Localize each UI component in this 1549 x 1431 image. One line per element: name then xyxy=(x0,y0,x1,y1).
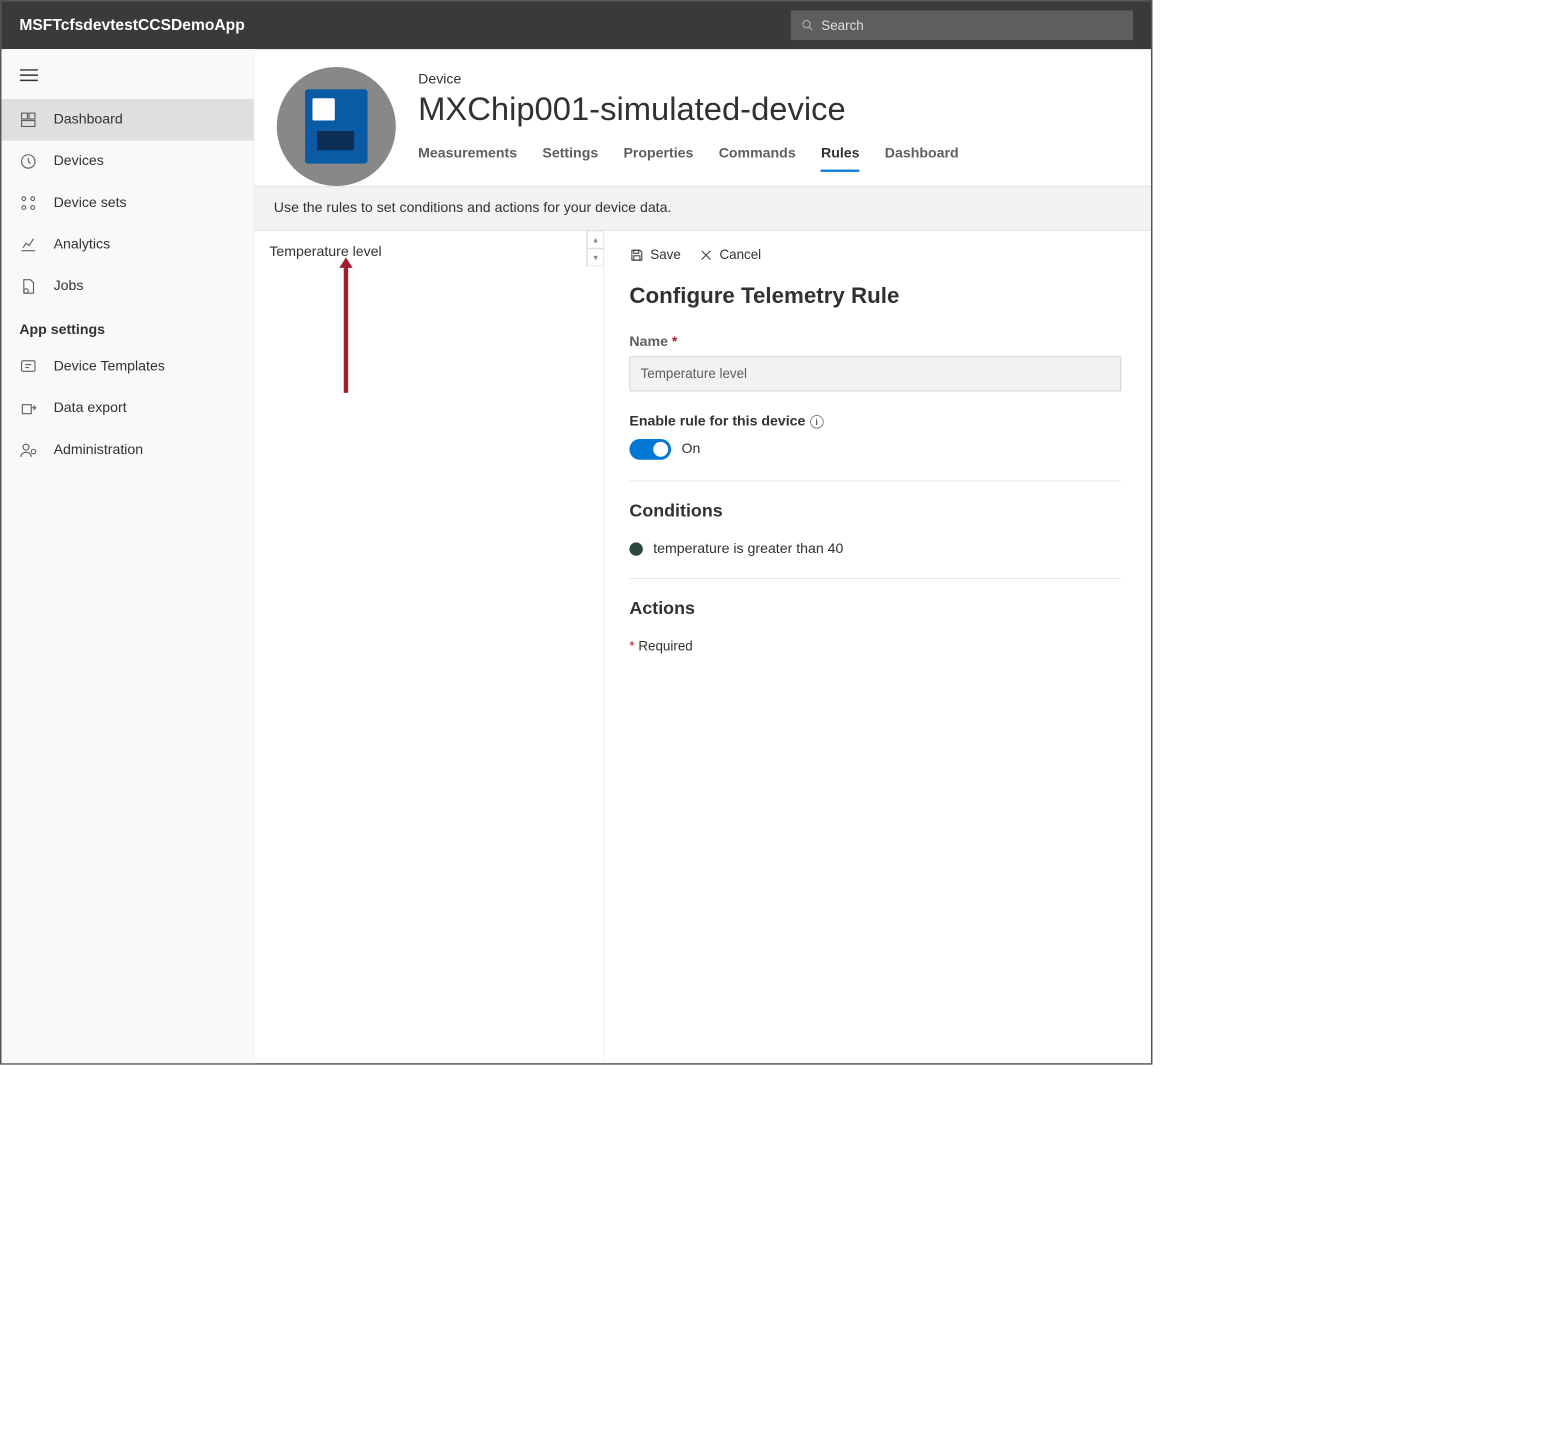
info-icon[interactable]: i xyxy=(810,415,823,428)
hamburger-icon xyxy=(19,68,38,81)
save-button[interactable]: Save xyxy=(629,247,680,263)
rule-form-title: Configure Telemetry Rule xyxy=(629,283,1121,308)
tab-settings[interactable]: Settings xyxy=(542,146,598,172)
sidebar-item-data-export[interactable]: Data export xyxy=(1,388,253,430)
app-title: MSFTcfsdevtestCCSDemoApp xyxy=(19,16,244,34)
sidebar: Dashboard Devices Device sets Analytics … xyxy=(1,49,254,1063)
cancel-label: Cancel xyxy=(719,247,761,263)
required-note: * Required xyxy=(629,638,1121,654)
top-bar: MSFTcfsdevtestCCSDemoApp xyxy=(1,1,1150,49)
search-box[interactable] xyxy=(791,10,1133,40)
divider xyxy=(629,481,1121,482)
analytics-icon xyxy=(19,236,37,254)
condition-text: temperature is greater than 40 xyxy=(653,541,843,557)
sidebar-item-label: Analytics xyxy=(54,237,111,253)
annotation-arrow-icon xyxy=(344,266,348,392)
sidebar-item-label: Device sets xyxy=(54,195,127,211)
enable-rule-label: Enable rule for this device xyxy=(629,414,805,430)
actions-header: Actions xyxy=(629,598,1121,619)
rule-detail: Save Cancel Configure Telemetry Rule Nam… xyxy=(604,231,1151,1064)
save-label: Save xyxy=(650,247,681,263)
spinner-up[interactable]: ▴ xyxy=(587,231,604,249)
sidebar-item-label: Device Templates xyxy=(54,359,165,375)
sidebar-item-label: Jobs xyxy=(54,278,84,294)
tab-dashboard[interactable]: Dashboard xyxy=(885,146,959,172)
devices-icon xyxy=(19,153,37,171)
sidebar-item-label: Dashboard xyxy=(54,112,123,128)
sidebar-item-device-sets[interactable]: Device sets xyxy=(1,182,253,224)
tab-rules[interactable]: Rules xyxy=(821,146,860,172)
toggle-state-label: On xyxy=(682,441,701,457)
condition-dot-icon xyxy=(629,542,642,555)
jobs-icon xyxy=(19,278,37,296)
sidebar-item-administration[interactable]: Administration xyxy=(1,429,253,471)
tab-measurements[interactable]: Measurements xyxy=(418,146,517,172)
sidebar-item-label: Devices xyxy=(54,153,104,169)
name-label: Name * xyxy=(629,334,1121,350)
conditions-header: Conditions xyxy=(629,501,1121,522)
sidebar-item-devices[interactable]: Devices xyxy=(1,141,253,183)
sidebar-item-device-templates[interactable]: Device Templates xyxy=(1,346,253,388)
rule-list: Temperature level ▴ ▾ xyxy=(254,231,604,1064)
divider xyxy=(629,578,1121,579)
admin-icon xyxy=(19,441,37,459)
chip-icon xyxy=(305,89,367,163)
dashboard-icon xyxy=(19,111,37,129)
search-input[interactable] xyxy=(821,17,1122,33)
condition-row[interactable]: temperature is greater than 40 xyxy=(629,541,1121,557)
instruction-text: Use the rules to set conditions and acti… xyxy=(254,186,1151,231)
save-icon xyxy=(629,247,644,262)
sidebar-section-app-settings: App settings xyxy=(1,307,253,346)
sidebar-item-label: Administration xyxy=(54,442,144,458)
name-label-text: Name xyxy=(629,334,668,350)
spinner-down[interactable]: ▾ xyxy=(587,248,604,266)
sidebar-item-dashboard[interactable]: Dashboard xyxy=(1,99,253,141)
device-sets-icon xyxy=(19,194,37,212)
device-tabs: Measurements Settings Properties Command… xyxy=(418,146,958,172)
sidebar-item-analytics[interactable]: Analytics xyxy=(1,224,253,266)
templates-icon xyxy=(19,358,37,376)
device-avatar xyxy=(277,67,396,186)
breadcrumb: Device xyxy=(418,71,958,87)
enable-rule-toggle[interactable] xyxy=(629,439,671,460)
tab-commands[interactable]: Commands xyxy=(719,146,796,172)
required-label: Required xyxy=(638,638,692,653)
cancel-button[interactable]: Cancel xyxy=(699,247,762,263)
device-name: MXChip001-simulated-device xyxy=(418,91,958,128)
tab-properties[interactable]: Properties xyxy=(623,146,693,172)
search-icon xyxy=(801,19,814,32)
rule-list-item[interactable]: Temperature level xyxy=(269,244,588,260)
main-content: Device MXChip001-simulated-device Measur… xyxy=(254,49,1151,1063)
sidebar-item-jobs[interactable]: Jobs xyxy=(1,266,253,308)
required-star: * xyxy=(672,334,678,350)
hamburger-menu[interactable] xyxy=(1,55,253,99)
rule-list-spinner: ▴ ▾ xyxy=(586,231,604,267)
export-icon xyxy=(19,400,37,418)
rule-name-input[interactable] xyxy=(629,356,1121,391)
close-icon xyxy=(699,247,714,262)
device-header: Device MXChip001-simulated-device Measur… xyxy=(254,49,1151,186)
sidebar-item-label: Data export xyxy=(54,400,127,416)
